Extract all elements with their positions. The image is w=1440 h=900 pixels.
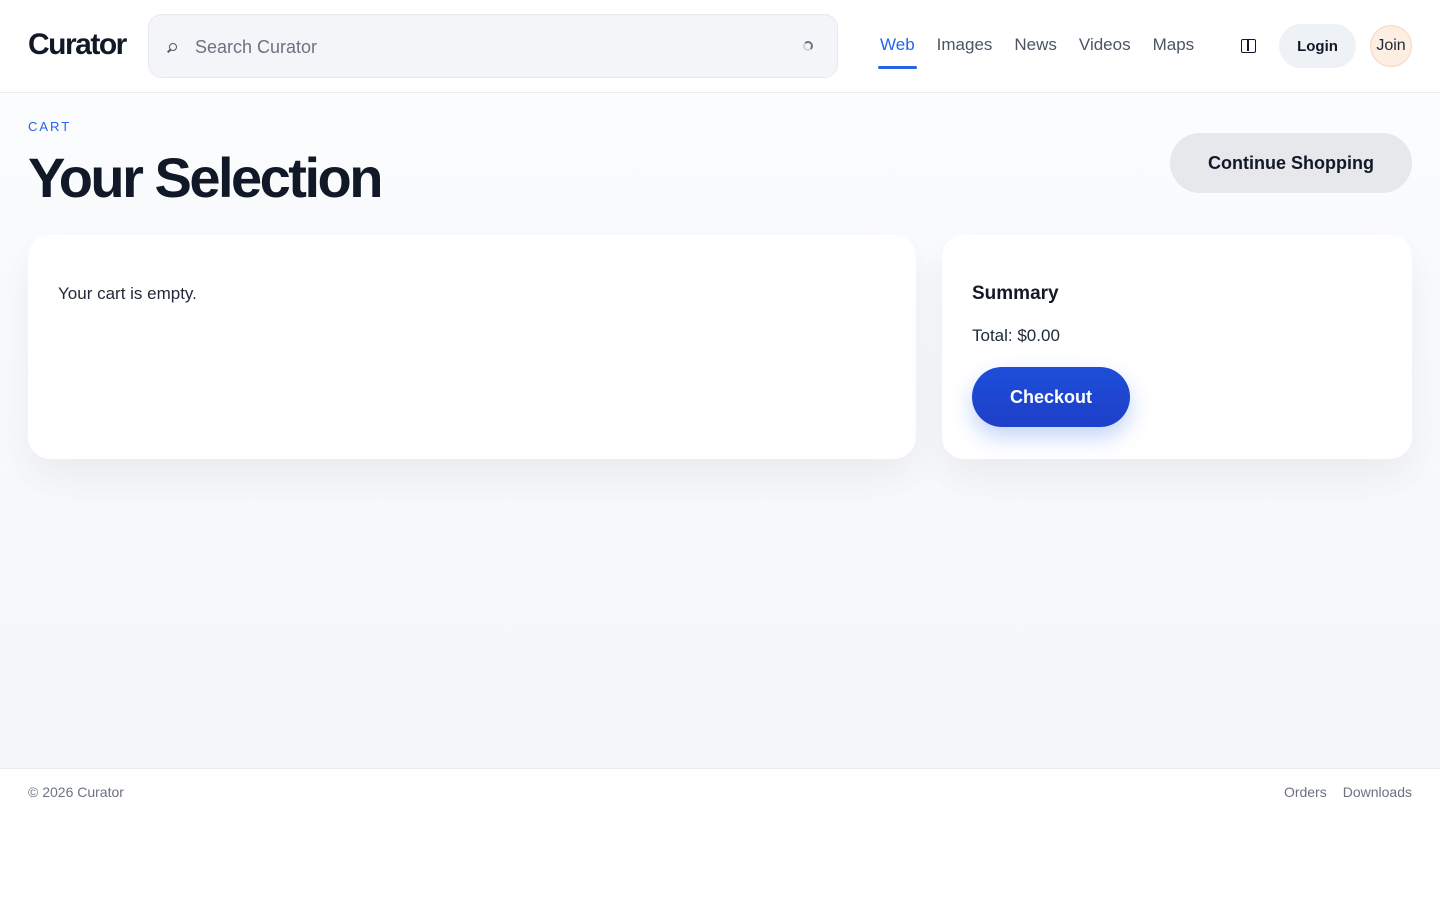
- search-icon: [167, 39, 179, 55]
- tab-label: Videos: [1078, 35, 1131, 54]
- tab-maps[interactable]: Maps: [1151, 0, 1197, 93]
- empty-cart-message: Your cart is empty.: [58, 284, 197, 303]
- page-footer: © 2026 Curator Orders Downloads: [0, 768, 1440, 812]
- search-type-tabs: Web Images News Videos Maps: [878, 0, 1214, 93]
- summary-title: Summary: [972, 283, 1059, 304]
- cart-panel: Your cart is empty.: [28, 235, 916, 459]
- footer-links: Orders Downloads: [1268, 784, 1412, 800]
- tab-web[interactable]: Web: [878, 0, 917, 93]
- split-panel-icon[interactable]: [1241, 39, 1256, 53]
- search-input[interactable]: [195, 33, 755, 61]
- logo[interactable]: Curator: [28, 28, 127, 62]
- tab-label: Web: [880, 35, 915, 54]
- footer-link-orders[interactable]: Orders: [1284, 784, 1327, 800]
- copyright-text: © 2026 Curator: [28, 784, 124, 800]
- section-eyebrow: CART: [28, 119, 72, 134]
- tab-label: Maps: [1152, 35, 1195, 54]
- search-bar[interactable]: [148, 14, 838, 78]
- top-header: Curator Web Images News Videos Maps Logi…: [0, 0, 1440, 93]
- tab-label: Images: [936, 35, 993, 54]
- footer-link-downloads[interactable]: Downloads: [1343, 784, 1412, 800]
- tab-images[interactable]: Images: [935, 0, 995, 93]
- tab-label: News: [1014, 35, 1057, 54]
- loading-spinner-icon: [803, 41, 813, 51]
- join-button[interactable]: Join: [1370, 25, 1412, 67]
- tab-news[interactable]: News: [1012, 0, 1059, 93]
- main-content: CART Your Selection Continue Shopping Yo…: [0, 93, 1440, 769]
- continue-shopping-button[interactable]: Continue Shopping: [1170, 133, 1412, 193]
- summary-panel: Summary Total: $0.00 Checkout: [942, 235, 1412, 459]
- checkout-button[interactable]: Checkout: [972, 367, 1130, 427]
- login-button[interactable]: Login: [1279, 24, 1356, 68]
- tab-videos[interactable]: Videos: [1077, 0, 1133, 93]
- order-total: Total: $0.00: [972, 326, 1060, 345]
- page-title: Your Selection: [28, 146, 383, 209]
